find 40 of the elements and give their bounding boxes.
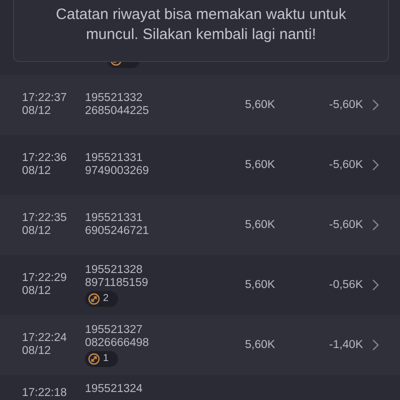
row-id: 195521331 — [85, 212, 144, 225]
chevron-right-icon[interactable] — [372, 99, 379, 111]
chevron-right-icon[interactable] — [372, 279, 379, 291]
row-id: 195521324 — [85, 383, 144, 396]
row-id: 2685044225 — [85, 105, 150, 118]
chevron-right-icon[interactable] — [372, 339, 379, 351]
chevron-right-icon[interactable] — [372, 159, 379, 171]
row-id: 8971185159 — [85, 276, 150, 290]
row-id: 0826666498 — [85, 336, 150, 350]
row-id: 9749003269 — [85, 165, 150, 178]
row-date: 08/12 — [22, 285, 52, 298]
row-amount: 5,60K — [245, 338, 276, 350]
row-amount: 5,60K — [245, 158, 276, 170]
row-id: 195521328 — [85, 264, 144, 276]
toast-message: Catatan riwayat bisa memakan waktu untuk muncul. Silakan kembali lagi nanti! — [54, 5, 348, 45]
row-time: 17:22:18 — [22, 387, 68, 400]
row-time: 17:22:36 — [22, 152, 68, 165]
row-change: -5,60K — [329, 158, 363, 172]
chevron-right-icon[interactable] — [372, 219, 379, 231]
row-change: -5,60K — [329, 218, 363, 232]
row-time: 17:22:35 — [22, 212, 68, 225]
badge-count: 2 — [103, 292, 109, 305]
row-date: 08/12 — [22, 225, 52, 238]
row-date: 08/12 — [22, 165, 52, 178]
row-change: -0,56K — [329, 278, 363, 292]
row-date: 08/12 — [22, 105, 52, 118]
badge-count: 1 — [103, 352, 109, 365]
row-time: 17:22:37 — [22, 92, 68, 105]
row-amount: 5,60K — [245, 278, 276, 290]
row-time: 17:22:24 — [22, 332, 68, 345]
row-change: -1,40K — [329, 338, 363, 352]
row-date: 08/12 — [22, 345, 52, 358]
row-id: 195521332 — [85, 92, 144, 105]
row-amount: 5,60K — [245, 98, 276, 110]
row-amount: 5,60K — [245, 218, 276, 230]
row-id: 195521327 — [85, 324, 144, 336]
row-id: 195521331 — [85, 152, 144, 165]
row-time: 17:22:29 — [22, 272, 68, 285]
row-id: 6905246721 — [85, 225, 150, 238]
row-change: -5,60K — [329, 98, 363, 112]
